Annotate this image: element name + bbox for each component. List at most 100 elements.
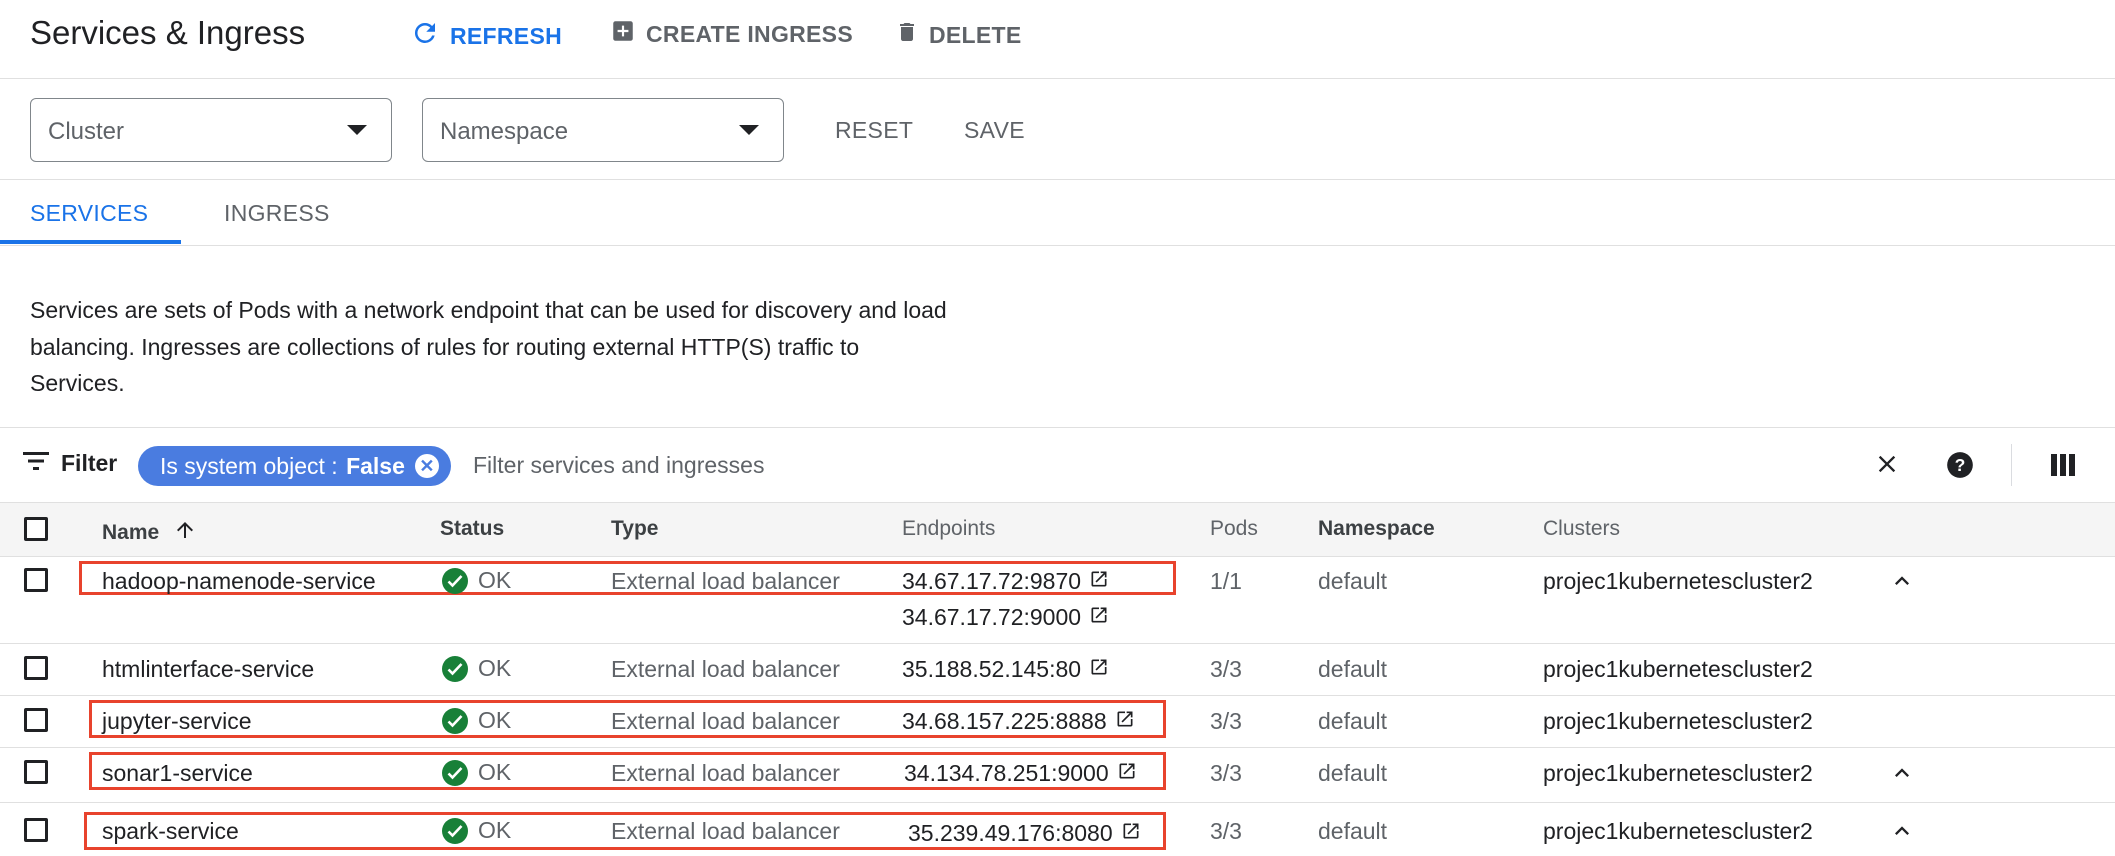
filter-label: Filter [61, 450, 118, 476]
endpoint-link[interactable]: 35.188.52.145:80 [902, 656, 1109, 683]
status-cell: OK [442, 817, 511, 844]
pods-cell: 1/1 [1210, 568, 1242, 594]
column-header-name[interactable]: Name [102, 517, 197, 549]
service-name-link[interactable]: jupyter-service [102, 708, 252, 735]
status-cell: OK [442, 707, 511, 734]
pods-cell: 3/3 [1210, 708, 1242, 734]
open-in-new-icon [1089, 568, 1109, 595]
row-checkbox[interactable] [24, 818, 48, 842]
filter-list-icon [23, 450, 49, 477]
tab-services[interactable]: SERVICES [30, 200, 148, 227]
namespace-select[interactable]: Namespace [422, 98, 784, 162]
clear-filter-button[interactable] [1873, 450, 1901, 483]
arrow-upward-icon [173, 517, 197, 549]
create-ingress-button[interactable]: CREATE INGRESS [610, 18, 853, 50]
row-divider [0, 643, 2115, 644]
close-icon [1873, 455, 1901, 482]
create-ingress-label: CREATE INGRESS [646, 20, 853, 47]
row-checkbox[interactable] [24, 760, 48, 784]
row-checkbox[interactable] [24, 568, 48, 592]
filter-chip-value: False [346, 452, 405, 479]
trash-icon [895, 18, 919, 52]
service-name-link[interactable]: sonar1-service [102, 760, 253, 787]
column-header-namespace[interactable]: Namespace [1318, 517, 1435, 541]
table-header [0, 502, 2115, 557]
row-divider [0, 747, 2115, 748]
status-cell: OK [442, 567, 511, 594]
add-box-icon [610, 18, 636, 50]
row-divider [0, 695, 2115, 696]
chevron-up-icon [1888, 826, 1916, 849]
row-checkbox[interactable] [24, 656, 48, 680]
check-circle-icon [442, 759, 468, 786]
endpoint-link[interactable]: 34.67.17.72:9870 [902, 568, 1109, 595]
cluster-link[interactable]: projec1kubernetescluster2 [1543, 568, 1813, 595]
namespace-cell: default [1318, 568, 1388, 594]
type-cell: External load balancer [611, 760, 840, 786]
column-header-name-label: Name [102, 521, 160, 544]
column-header-pods[interactable]: Pods [1210, 517, 1258, 541]
type-cell: External load balancer [611, 568, 840, 594]
namespace-cell: default [1318, 708, 1388, 734]
row-checkbox[interactable] [24, 708, 48, 732]
reset-button[interactable]: RESET [835, 117, 913, 144]
check-circle-icon [442, 567, 468, 594]
filter-chip[interactable]: Is system object : False ✕ [138, 446, 451, 486]
namespace-cell: default [1318, 656, 1388, 682]
type-cell: External load balancer [611, 708, 840, 734]
service-name-link[interactable]: hadoop-namenode-service [102, 568, 376, 595]
pods-cell: 3/3 [1210, 818, 1242, 844]
cluster-link[interactable]: projec1kubernetescluster2 [1543, 708, 1813, 735]
toolbar-divider [2011, 444, 2012, 486]
top-toolbar [0, 0, 2115, 79]
service-name-link[interactable]: htmlinterface-service [102, 656, 314, 683]
refresh-label: REFRESH [450, 22, 563, 49]
column-header-clusters[interactable]: Clusters [1543, 517, 1620, 541]
cluster-link[interactable]: projec1kubernetescluster2 [1543, 818, 1813, 845]
endpoint-text: 34.68.157.225:8888 [902, 708, 1107, 734]
collapse-row-button[interactable] [1888, 817, 1916, 850]
refresh-button[interactable]: REFRESH [410, 18, 562, 54]
endpoint-link[interactable]: 34.134.78.251:9000 [904, 760, 1137, 787]
active-tab-indicator [0, 240, 181, 244]
chip-remove-icon[interactable]: ✕ [414, 454, 439, 478]
filter-button[interactable]: Filter [23, 450, 117, 477]
svg-text:?: ? [1955, 455, 1966, 475]
endpoint-link[interactable]: 34.67.17.72:9000 [902, 604, 1109, 631]
open-in-new-icon [1089, 604, 1109, 631]
cluster-link[interactable]: projec1kubernetescluster2 [1543, 760, 1813, 787]
help-button[interactable]: ? [1946, 451, 1974, 484]
service-name-link[interactable]: spark-service [102, 818, 239, 845]
namespace-cell: default [1318, 760, 1388, 786]
chevron-up-icon [1888, 576, 1916, 599]
delete-button[interactable]: DELETE [895, 18, 1022, 52]
collapse-row-button[interactable] [1888, 567, 1916, 600]
open-in-new-icon [1121, 820, 1141, 847]
select-all-checkbox[interactable] [24, 517, 48, 541]
column-header-endpoints[interactable]: Endpoints [902, 517, 995, 541]
namespace-select-label: Namespace [440, 118, 569, 145]
cluster-select[interactable]: Cluster [30, 98, 392, 162]
filter-input[interactable]: Filter services and ingresses [473, 452, 764, 479]
collapse-row-button[interactable] [1888, 759, 1916, 792]
view-column-icon [2050, 454, 2076, 482]
save-button[interactable]: SAVE [964, 117, 1025, 144]
status-text: OK [478, 817, 512, 843]
filter-chip-key: Is system object : [160, 452, 345, 479]
open-in-new-icon [1089, 656, 1109, 683]
cluster-link[interactable]: projec1kubernetescluster2 [1543, 656, 1813, 683]
check-circle-icon [442, 655, 468, 682]
check-circle-icon [442, 707, 468, 734]
status-cell: OK [442, 759, 511, 786]
endpoint-link[interactable]: 34.68.157.225:8888 [902, 708, 1135, 735]
column-header-status[interactable]: Status [440, 517, 504, 541]
status-text: OK [478, 707, 512, 733]
chevron-up-icon [1888, 768, 1916, 791]
refresh-icon [410, 18, 440, 54]
column-display-button[interactable] [2050, 452, 2076, 483]
tab-ingress[interactable]: INGRESS [224, 200, 330, 227]
endpoint-link[interactable]: 35.239.49.176:8080 [908, 820, 1141, 847]
column-header-type[interactable]: Type [611, 517, 658, 541]
dropdown-arrow-icon [347, 125, 367, 135]
page-title: Services & Ingress [30, 14, 306, 51]
